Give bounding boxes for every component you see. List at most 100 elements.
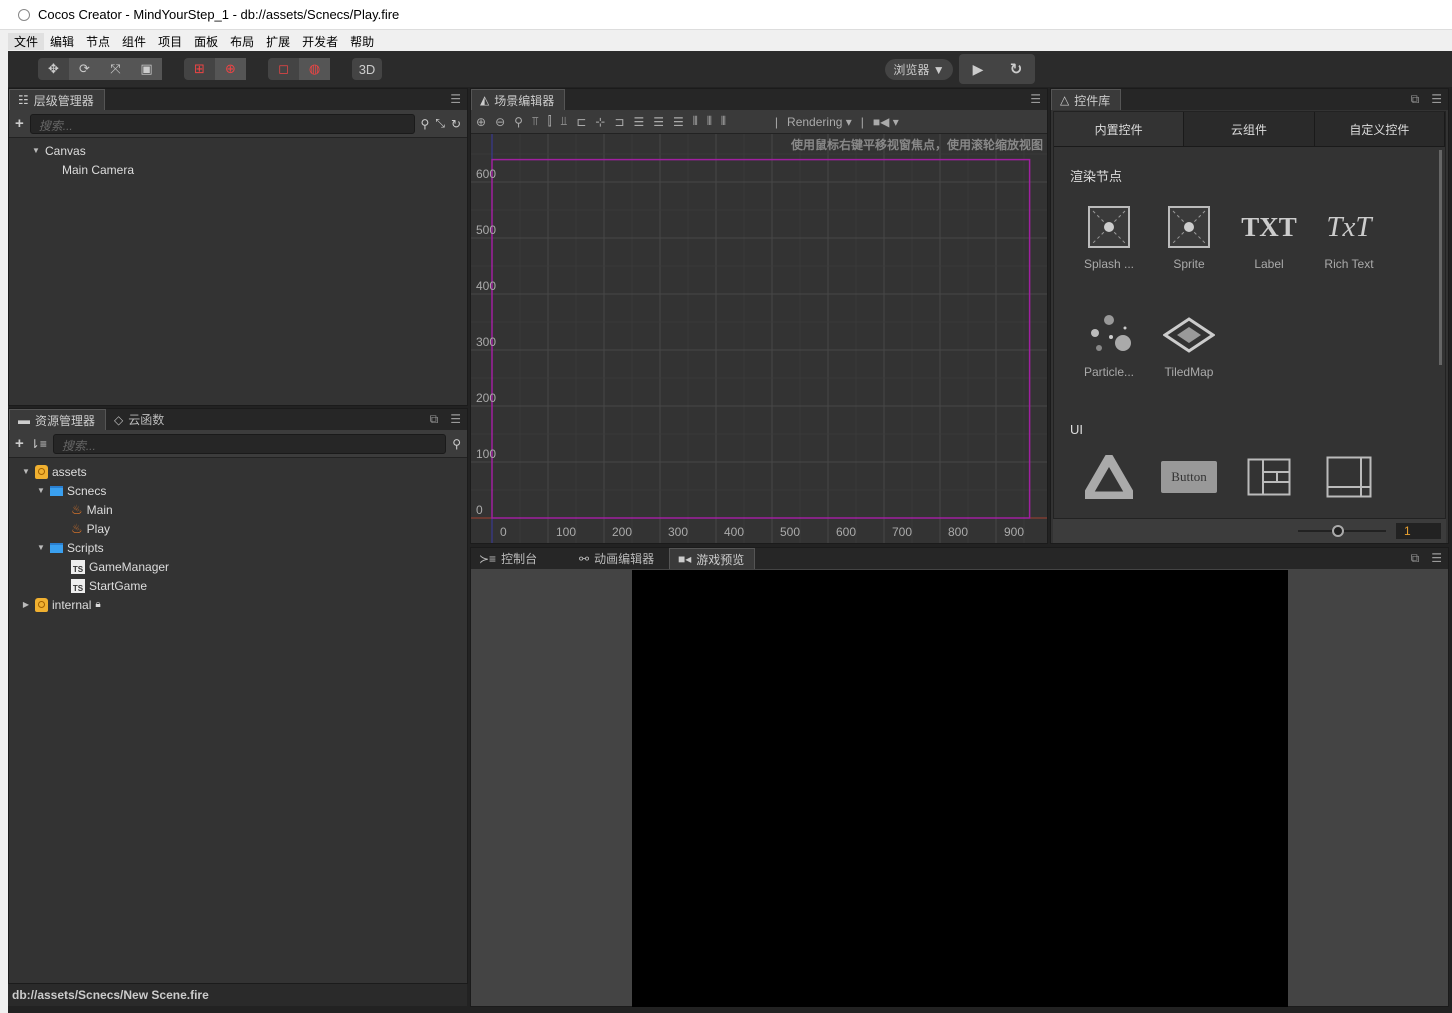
zoom-value-input[interactable]: 1 <box>1396 523 1441 539</box>
menu-icon[interactable]: ☰ <box>1431 92 1442 107</box>
tree-node-canvas[interactable]: ▼ Canvas <box>31 141 467 160</box>
game-preview-canvas[interactable] <box>632 570 1288 1007</box>
move-tool-button[interactable]: ✥ <box>38 58 69 80</box>
anchor-pivot-button[interactable]: ⊞ <box>184 58 215 80</box>
menu-developer[interactable]: 开发者 <box>296 33 344 50</box>
scene-viewport[interactable]: 0 100 200 300 400 500 600 700 800 900 0 100 200 300 40… <box>471 134 1047 543</box>
assets-search-input[interactable]: 搜索... <box>52 433 447 454</box>
add-asset-button[interactable]: + <box>15 435 24 452</box>
tab-builtin[interactable]: 内置控件 <box>1054 112 1185 146</box>
rect-tool-button[interactable]: ▣ <box>131 58 162 80</box>
asset-item[interactable]: ♨ Main <box>21 500 467 519</box>
tab-hierarchy[interactable]: ☷ 层级管理器 <box>9 89 105 110</box>
tab-component-library[interactable]: △ 控件库 <box>1051 89 1122 110</box>
scale-tool-button[interactable]: ⤧ <box>100 58 131 80</box>
distribute-right-icon[interactable]: ⫴ <box>721 114 726 129</box>
menu-node[interactable]: 节点 <box>80 33 116 50</box>
caret-down-icon[interactable]: ▼ <box>36 486 46 495</box>
component-splash[interactable]: Splash ... <box>1069 197 1149 271</box>
align-left-icon[interactable]: ⊏ <box>576 115 586 129</box>
asset-label: assets <box>52 464 87 479</box>
tree-node-main-camera[interactable]: Main Camera <box>31 160 467 179</box>
menu-edit[interactable]: 编辑 <box>44 33 80 50</box>
align-bottom-icon[interactable]: ⫫ <box>561 114 568 129</box>
menu-layout[interactable]: 布局 <box>224 33 260 50</box>
asset-item[interactable]: ▼ Scnecs <box>21 481 467 500</box>
zoom-slider-handle[interactable] <box>1331 525 1344 537</box>
caret-down-icon[interactable]: ▼ <box>21 467 31 476</box>
menu-panel[interactable]: 面板 <box>188 33 224 50</box>
rotate-tool-button[interactable]: ⟳ <box>69 58 100 80</box>
tab-animation-editor[interactable]: ⚯ 动画编辑器 <box>571 548 669 569</box>
component-sprite[interactable]: Sprite <box>1149 197 1229 271</box>
play-button[interactable]: ▶ <box>959 54 997 84</box>
component-widget[interactable] <box>1069 447 1149 507</box>
camera-select[interactable]: ■◀ ▾ <box>873 115 899 129</box>
anchor-center-button[interactable]: ⊕ <box>215 58 246 80</box>
refresh-button[interactable]: ↻ <box>997 54 1035 84</box>
component-label[interactable]: TXT Label <box>1229 197 1309 272</box>
tab-game-preview[interactable]: ■◂ 游戏预览 <box>669 548 756 569</box>
distribute-left-icon[interactable]: ⫴ <box>693 114 698 129</box>
asset-item[interactable]: ♨ Play <box>21 519 467 538</box>
component-button[interactable]: Button <box>1149 447 1229 507</box>
menu-project[interactable]: 项目 <box>152 33 188 50</box>
search-icon[interactable]: ⚲ <box>452 437 461 451</box>
align-hcenter-icon[interactable]: ⊹ <box>595 115 605 129</box>
tab-assets[interactable]: ▬ 资源管理器 <box>9 409 107 430</box>
component-tiledmap[interactable]: TiledMap <box>1149 305 1229 379</box>
platform-select[interactable]: 浏览器 ▼ <box>885 59 953 80</box>
tab-cloud-functions[interactable]: ◇ 云函数 <box>106 409 174 430</box>
distribute-top-icon[interactable]: ☰ <box>633 115 644 129</box>
add-node-button[interactable]: + <box>15 115 24 132</box>
3d-toggle-button[interactable]: 3D <box>352 58 382 80</box>
scrollbar[interactable] <box>1439 150 1442 365</box>
tab-custom[interactable]: 自定义控件 <box>1314 112 1445 146</box>
menu-extension[interactable]: 扩展 <box>260 33 296 50</box>
popout-icon[interactable]: ⧉ <box>1411 551 1420 566</box>
align-right-icon[interactable]: ⊐ <box>614 115 624 129</box>
menu-icon[interactable]: ☰ <box>450 92 461 106</box>
component-particle[interactable]: Particle... <box>1069 305 1149 379</box>
component-layout[interactable] <box>1229 447 1309 507</box>
sort-icon[interactable]: ⇂≡ <box>30 437 47 451</box>
menu-help[interactable]: 帮助 <box>344 33 380 50</box>
tab-console[interactable]: ≻≡ 控制台 <box>471 548 571 569</box>
popout-icon[interactable]: ⧉ <box>430 412 439 427</box>
asset-item[interactable]: ▼ assets <box>21 462 467 481</box>
zoom-reset-icon[interactable]: ⚲ <box>514 115 523 129</box>
asset-item[interactable]: ▼ Scripts <box>21 538 467 557</box>
align-top-icon[interactable]: ⫪ <box>532 114 539 129</box>
zoom-out-icon[interactable]: ⊖ <box>495 115 505 129</box>
caret-down-icon[interactable]: ▼ <box>31 146 41 155</box>
menu-icon[interactable]: ☰ <box>1431 551 1442 566</box>
camera-icon: ■◂ <box>678 552 692 566</box>
distribute-bottom-icon[interactable]: ☰ <box>673 115 684 129</box>
asset-item[interactable]: ▶ internal 🔒︎ <box>21 595 467 614</box>
tab-cloud-components[interactable]: 云组件 <box>1184 112 1315 146</box>
menu-icon[interactable]: ☰ <box>450 412 461 427</box>
align-vcenter-icon[interactable]: ⫿ <box>548 114 552 129</box>
distribute-hcenter-icon[interactable]: ⫴ <box>707 114 712 129</box>
search-icon[interactable]: ⚲ <box>421 117 430 131</box>
caret-right-icon[interactable]: ▶ <box>21 600 31 609</box>
component-scrollview[interactable] <box>1309 447 1389 507</box>
caret-down-icon[interactable]: ▼ <box>36 543 46 552</box>
menu-component[interactable]: 组件 <box>116 33 152 50</box>
refresh-icon[interactable]: ↻ <box>451 117 461 131</box>
asset-item[interactable]: TS GameManager <box>21 557 467 576</box>
global-coord-button[interactable]: ◍ <box>299 58 330 80</box>
tab-scene-editor[interactable]: ◭ 场景编辑器 <box>471 89 566 110</box>
rendering-select[interactable]: Rendering ▾ <box>787 115 852 129</box>
popout-icon[interactable]: ⧉ <box>1411 92 1420 107</box>
asset-label: internal <box>52 597 92 612</box>
hierarchy-search-input[interactable]: 搜索... <box>29 113 415 134</box>
zoom-in-icon[interactable]: ⊕ <box>476 115 486 129</box>
local-coord-button[interactable]: ◻ <box>268 58 299 80</box>
menu-file[interactable]: 文件 <box>8 32 45 50</box>
distribute-vcenter-icon[interactable]: ☰ <box>653 115 664 129</box>
menu-icon[interactable]: ☰ <box>1030 92 1041 106</box>
asset-item[interactable]: TS StartGame <box>21 576 467 595</box>
collapse-icon[interactable]: ⤡ <box>435 116 445 131</box>
component-rich-text[interactable]: TxT Rich Text <box>1309 197 1389 272</box>
